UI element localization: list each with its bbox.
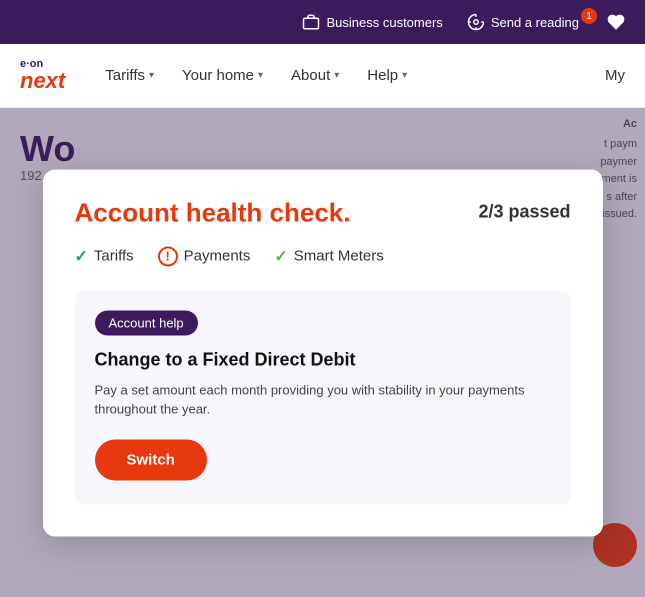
nav-tariffs[interactable]: Tariffs ▾ bbox=[105, 67, 154, 84]
nav-about[interactable]: About ▾ bbox=[291, 67, 339, 84]
modal-card: Account help Change to a Fixed Direct De… bbox=[75, 290, 571, 504]
check-label-tariffs: Tariffs bbox=[94, 248, 134, 265]
about-chevron-icon: ▾ bbox=[334, 70, 339, 81]
help-chevron-icon: ▾ bbox=[402, 70, 407, 81]
check-row: ✓ Tariffs ! Payments ✓ Smart Meters bbox=[75, 246, 571, 266]
modal-passed: 2/3 passed bbox=[478, 197, 570, 222]
check-warn-icon-payments: ! bbox=[158, 246, 178, 266]
check-label-smart-meters: Smart Meters bbox=[294, 248, 384, 265]
top-bar: Business customers Send a reading 1 bbox=[0, 0, 645, 44]
briefcase-icon bbox=[302, 13, 320, 31]
nav-my[interactable]: My bbox=[605, 67, 625, 84]
tariffs-label: Tariffs bbox=[105, 67, 145, 84]
logo[interactable]: e·on next bbox=[20, 59, 65, 92]
check-payments: ! Payments bbox=[158, 246, 251, 266]
your-home-chevron-icon: ▾ bbox=[258, 70, 263, 81]
business-customers-link[interactable]: Business customers bbox=[302, 13, 442, 31]
send-reading-link[interactable]: Send a reading 1 bbox=[467, 13, 625, 31]
card-heading: Change to a Fixed Direct Debit bbox=[95, 349, 551, 370]
help-label: Help bbox=[367, 67, 398, 84]
modal-header: Account health check. 2/3 passed bbox=[75, 197, 571, 228]
nav-your-home[interactable]: Your home ▾ bbox=[182, 67, 263, 84]
notification-badge: 1 bbox=[581, 8, 597, 24]
card-desc: Pay a set amount each month providing yo… bbox=[95, 380, 551, 419]
check-label-payments: Payments bbox=[184, 248, 251, 265]
switch-button[interactable]: Switch bbox=[95, 439, 207, 480]
meter-icon bbox=[467, 13, 485, 31]
check-smart-meters: ✓ Smart Meters bbox=[274, 246, 383, 266]
business-customers-label: Business customers bbox=[326, 15, 442, 30]
your-home-label: Your home bbox=[182, 67, 254, 84]
heart-icon bbox=[607, 13, 625, 31]
send-reading-label: Send a reading bbox=[491, 15, 579, 30]
about-label: About bbox=[291, 67, 330, 84]
logo-next: next bbox=[20, 70, 65, 92]
nav-bar: e·on next Tariffs ▾ Your home ▾ About ▾ … bbox=[0, 44, 645, 108]
check-pass-icon-tariffs: ✓ bbox=[75, 246, 88, 266]
check-tariffs: ✓ Tariffs bbox=[75, 246, 134, 266]
check-pass-icon-smart-meters: ✓ bbox=[274, 246, 287, 266]
health-check-modal: Account health check. 2/3 passed ✓ Tarif… bbox=[43, 169, 603, 536]
hero-area: Wo 192 G Ac t paympaymerment iss afteris… bbox=[0, 108, 645, 597]
tariffs-chevron-icon: ▾ bbox=[149, 70, 154, 81]
nav-help[interactable]: Help ▾ bbox=[367, 67, 407, 84]
card-badge: Account help bbox=[95, 310, 198, 335]
modal-title: Account health check. bbox=[75, 197, 351, 228]
